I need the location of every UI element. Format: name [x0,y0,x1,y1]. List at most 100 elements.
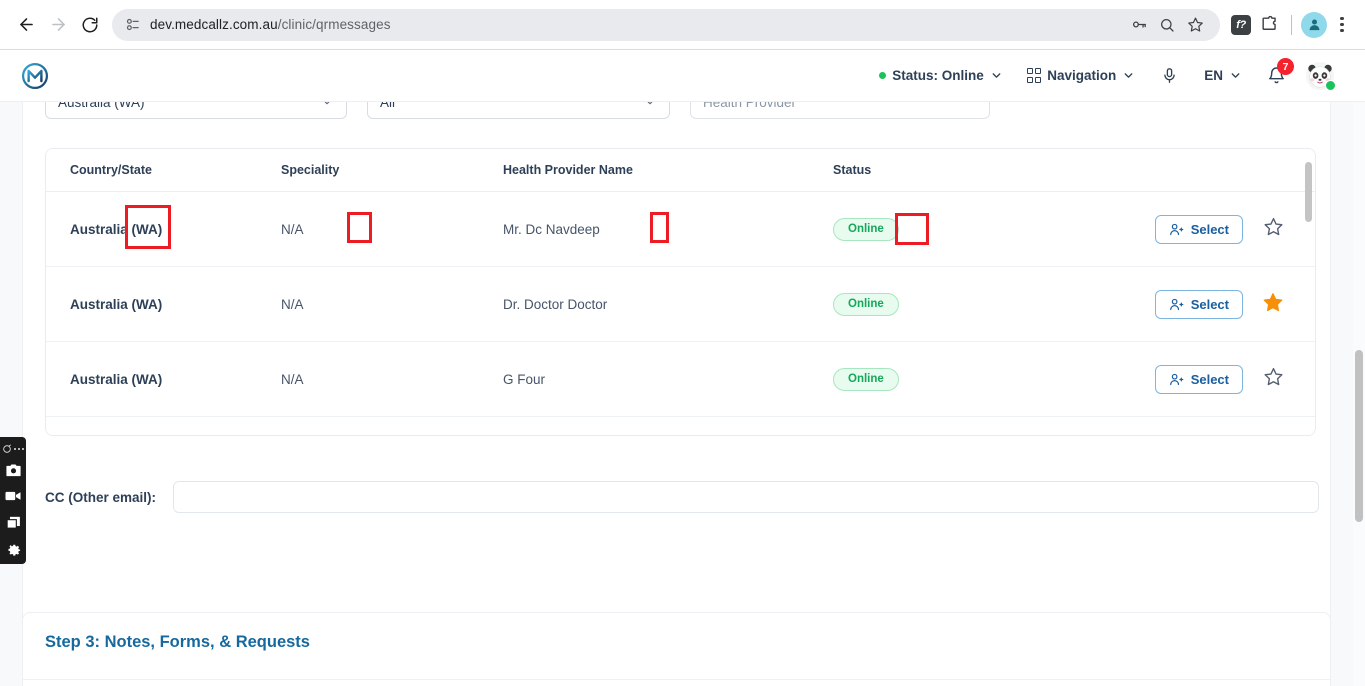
speciality-select[interactable]: All [367,102,670,119]
profile-avatar-icon[interactable] [1301,11,1327,38]
language-label: EN [1204,68,1223,83]
cell-country-state: Australia (WA) [70,296,163,312]
column-header-country-state[interactable]: Country/State [46,163,281,177]
cell-speciality: N/A [281,296,304,312]
site-settings-icon[interactable] [122,15,142,35]
add-person-icon [1169,298,1184,310]
search-input[interactable] [690,102,990,119]
chevron-down-icon [1231,73,1240,78]
app-header: Status: Online Navigation EN 7 [0,50,1365,102]
column-header-provider-name[interactable]: Health Provider Name [503,163,833,177]
step3-title: Step 3: Notes, Forms, & Requests [45,633,310,651]
grid-icon [1026,68,1042,83]
navigation-label: Navigation [1047,68,1117,83]
gear-icon[interactable] [0,535,26,561]
page-body: Country/State Australia (WA) Speciality … [0,102,1365,686]
chevron-down-icon [324,102,330,105]
cell-status: Online [833,367,1098,391]
language-selector[interactable]: EN [1192,68,1254,83]
cell-favourite [1243,216,1303,242]
notifications-button[interactable]: 7 [1254,58,1299,85]
cc-email-row: CC (Other email): [45,481,1319,513]
add-person-icon [1169,373,1184,385]
password-key-icon[interactable] [1126,12,1152,38]
video-camera-icon[interactable] [0,483,26,509]
three-dot-menu-icon[interactable] [1329,12,1355,38]
reload-icon[interactable] [74,9,106,41]
select-button[interactable]: Select [1154,289,1243,319]
cell-status: Online [833,292,1098,316]
annotation-box-country-state [125,205,171,249]
table-row-partial[interactable]: Select [46,417,1315,435]
browser-extensions-area: f? [1228,11,1355,38]
navigation-menu[interactable]: Navigation [1015,68,1148,83]
avatar[interactable] [1305,61,1336,91]
extension-f-badge-icon[interactable]: f? [1228,12,1254,38]
chevron-down-icon [1124,73,1133,78]
column-header-status[interactable]: Status [833,163,1098,177]
cell-country-state: Australia (WA) [70,371,163,387]
annotation-box-speciality [347,212,372,243]
chevron-down-icon [992,73,1001,78]
provider-table: Country/State Speciality Health Provider… [45,148,1316,436]
puzzle-extensions-icon[interactable] [1256,12,1282,38]
table-scrollbar[interactable] [1305,162,1312,222]
select-button-label: Select [1190,221,1229,237]
forward-arrow-icon[interactable] [42,9,74,41]
browser-toolbar: dev.medcallz.com.au/clinic/qrmessages f? [0,0,1365,50]
cell-favourite [1243,366,1303,392]
country-state-select[interactable]: Australia (WA) [45,102,347,119]
select-button-label: Select [1190,296,1229,312]
cell-speciality: N/A [281,221,304,237]
table-header-row: Country/State Speciality Health Provider… [46,149,1315,192]
select-button[interactable]: Select [1154,214,1243,244]
favourite-star-outline-icon[interactable] [1263,216,1284,242]
annotation-box-provider-name [650,212,669,243]
provider-selection-card: Country/State Australia (WA) Speciality … [22,102,1331,686]
select-button[interactable]: Select [1154,364,1243,394]
table-row[interactable]: Australia (WA) N/A G Four Online Select [46,342,1315,417]
select-button-label: Select [1190,371,1229,387]
provider-search-filter: or Search Health Provider name [690,102,990,119]
country-state-value: Australia (WA) [58,102,145,110]
window-capture-icon[interactable] [0,509,26,535]
favourite-star-filled-icon[interactable] [1262,291,1284,318]
screen-recorder-toolbar [0,437,26,564]
status-badge: Online [833,292,899,316]
status-badge: Online [833,367,899,391]
recorder-more-icon[interactable] [13,447,25,451]
medcallz-logo-icon[interactable] [18,59,52,93]
url-text: dev.medcallz.com.au/clinic/qrmessages [150,17,391,32]
recorder-logo-icon [3,444,11,453]
favourite-star-outline-icon[interactable] [1263,366,1284,392]
address-bar[interactable]: dev.medcallz.com.au/clinic/qrmessages [112,8,1220,41]
cell-provider-name: G Four [503,371,546,387]
avatar-online-dot [1325,79,1336,91]
table-row[interactable]: Australia (WA) N/A Dr. Doctor Doctor Onl… [46,267,1315,342]
status-label: Status: Online [892,68,984,83]
microphone-icon [1164,68,1176,83]
zoom-search-icon[interactable] [1154,12,1180,38]
cell-favourite [1243,291,1303,318]
step3-divider [23,679,1330,680]
speciality-filter: Speciality All [367,102,690,119]
cell-speciality: N/A [281,371,304,387]
page-scrollbar[interactable] [1355,350,1363,522]
cell-provider-name: Dr. Doctor Doctor [503,296,608,312]
add-person-icon [1169,223,1184,235]
status-online-dot [879,72,887,79]
recorder-header[interactable] [2,441,25,457]
back-arrow-icon[interactable] [10,9,42,41]
status-selector[interactable]: Status: Online [867,68,1015,83]
bookmark-star-icon[interactable] [1182,12,1208,38]
notification-badge: 7 [1277,58,1294,75]
column-header-speciality[interactable]: Speciality [281,163,503,177]
filter-bar: Country/State Australia (WA) Speciality … [45,102,990,119]
microphone-button[interactable] [1147,67,1192,84]
cc-email-input[interactable] [173,481,1319,513]
cell-action: Select [1098,214,1243,244]
speciality-value: All [380,102,396,110]
camera-icon[interactable] [0,457,26,483]
cell-action: Select [1098,289,1243,319]
table-row[interactable]: Australia (WA) N/A Mr. Dc Navdeep Online… [46,192,1315,267]
